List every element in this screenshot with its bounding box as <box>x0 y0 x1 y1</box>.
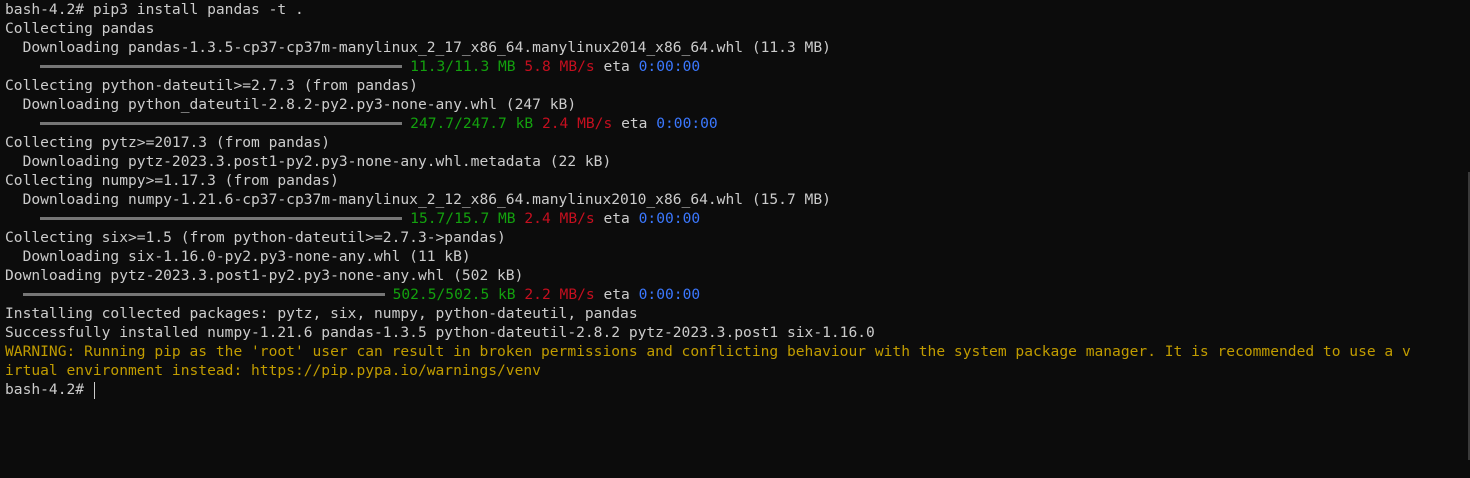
warning-line: WARNING: Running pip as the 'root' user … <box>5 343 1411 360</box>
output-line: Collecting python-dateutil>=2.7.3 (from … <box>5 77 418 94</box>
progress-eta-label: eta <box>603 286 630 303</box>
progress-speed: 2.4 MB/s <box>541 115 613 132</box>
output-line: Collecting pandas <box>5 20 155 37</box>
progress-eta: 0:00:00 <box>638 210 701 227</box>
warning-line: irtual environment instead: https://pip.… <box>5 362 541 379</box>
progress-bar <box>40 121 403 125</box>
progress-eta: 0:00:00 <box>638 58 701 75</box>
progress-eta: 0:00:00 <box>638 286 701 303</box>
output-line: Downloading python_dateutil-2.8.2-py2.py… <box>5 96 577 113</box>
progress-bar <box>22 292 385 296</box>
progress-size: 11.3/11.3 MB <box>410 58 516 75</box>
progress-eta-label: eta <box>603 58 630 75</box>
output-line: Downloading six-1.16.0-py2.py3-none-any.… <box>5 248 471 265</box>
progress-line: 11.3/11.3 MB 5.8 MB/s eta 0:00:00 <box>5 57 1470 76</box>
progress-size: 502.5/502.5 kB <box>392 286 516 303</box>
progress-speed: 2.2 MB/s <box>524 286 595 303</box>
output-line: Downloading pytz-2023.3.post1-py2.py3-no… <box>5 153 612 170</box>
output-line: Successfully installed numpy-1.21.6 pand… <box>5 324 875 341</box>
progress-line: 15.7/15.7 MB 2.4 MB/s eta 0:00:00 <box>5 209 1470 228</box>
progress-bar <box>40 216 403 220</box>
progress-line: 502.5/502.5 kB 2.2 MB/s eta 0:00:00 <box>5 285 1470 304</box>
shell-prompt: bash-4.2# <box>5 381 93 398</box>
output-line: Downloading pytz-2023.3.post1-py2.py3-no… <box>5 267 524 284</box>
progress-speed: 2.4 MB/s <box>524 210 595 227</box>
terminal-window[interactable]: bash-4.2# pip3 install pandas -t . Colle… <box>0 0 1470 478</box>
output-line: Downloading numpy-1.21.6-cp37-cp37m-many… <box>5 191 831 208</box>
progress-bar <box>40 64 403 68</box>
progress-eta-label: eta <box>621 115 648 132</box>
output-line: Collecting six>=1.5 (from python-dateuti… <box>5 229 506 246</box>
progress-line: 247.7/247.7 kB 2.4 MB/s eta 0:00:00 <box>5 114 1470 133</box>
command-line: bash-4.2# pip3 install pandas -t . <box>5 1 304 18</box>
output-line: Collecting numpy>=1.17.3 (from pandas) <box>5 172 339 189</box>
output-line: Downloading pandas-1.3.5-cp37-cp37m-many… <box>5 39 831 56</box>
progress-eta: 0:00:00 <box>656 115 718 132</box>
prompt-line[interactable]: bash-4.2# <box>5 380 1470 399</box>
progress-speed: 5.8 MB/s <box>524 58 595 75</box>
progress-size: 247.7/247.7 kB <box>410 115 534 132</box>
output-line: Installing collected packages: pytz, six… <box>5 305 638 322</box>
text-cursor <box>93 381 95 399</box>
output-line: Collecting pytz>=2017.3 (from pandas) <box>5 134 331 151</box>
progress-eta-label: eta <box>603 210 630 227</box>
progress-size: 15.7/15.7 MB <box>410 210 516 227</box>
